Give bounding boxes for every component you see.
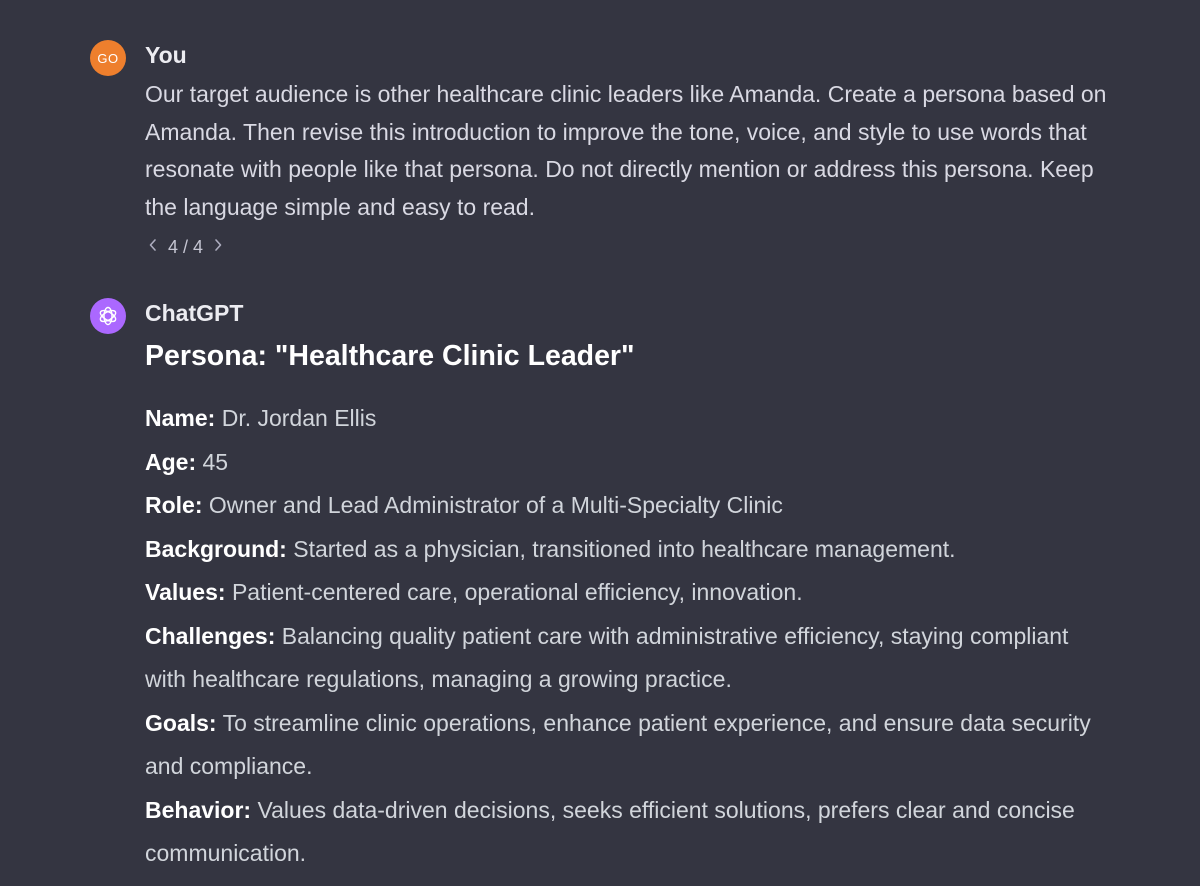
persona-fields: Name: Dr. Jordan Ellis Age: 45 Role: Own…: [145, 397, 1095, 876]
field-label: Challenges:: [145, 622, 276, 649]
persona-field-values: Values: Patient-centered care, operation…: [145, 571, 1095, 615]
user-message-text: Our target audience is other healthcare …: [145, 81, 1107, 220]
field-value: Owner and Lead Administrator of a Multi-…: [208, 492, 783, 518]
user-avatar-initials: GO: [97, 50, 119, 66]
persona-field-role: Role: Owner and Lead Administrator of a …: [145, 484, 1095, 528]
chat-thread: GO You Our target audience is other heal…: [0, 0, 1200, 886]
field-value: 45: [202, 448, 229, 475]
persona-field-age: Age: 45: [145, 441, 1095, 485]
field-label: Background:: [145, 535, 287, 562]
field-value: Patient-centered care, operational effic…: [231, 579, 803, 605]
chevron-left-icon[interactable]: [148, 238, 158, 257]
field-label: Role:: [145, 492, 203, 518]
persona-field-challenges: Challenges: Balancing quality patient ca…: [145, 615, 1095, 702]
field-label: Name:: [145, 405, 216, 431]
field-label: Values:: [145, 579, 226, 605]
assistant-author-name: ChatGPT: [145, 300, 244, 326]
message-version-pager: 4 / 4: [148, 237, 223, 258]
persona-field-goals: Goals: To streamline clinic operations, …: [145, 702, 1095, 789]
field-label: Goals:: [145, 709, 217, 736]
chevron-right-icon[interactable]: [213, 238, 223, 257]
persona-field-behavior: Behavior: Values data-driven decisions, …: [145, 789, 1095, 876]
persona-field-name: Name: Dr. Jordan Ellis: [145, 397, 1095, 441]
field-value: Balancing quality patient care with admi…: [145, 622, 1069, 693]
field-value: Values data-driven decisions, seeks effi…: [145, 796, 1075, 867]
field-label: Age:: [145, 448, 197, 475]
openai-logo-icon: [90, 298, 126, 334]
user-avatar: GO: [90, 40, 126, 76]
pager-label: 4 / 4: [168, 237, 204, 257]
persona-title: Persona: "Healthcare Clinic Leader": [145, 340, 635, 372]
field-label: Behavior:: [145, 796, 252, 823]
user-author-name: You: [145, 42, 187, 68]
field-value: To streamline clinic operations, enhance…: [145, 709, 1091, 780]
field-value: Started as a physician, transitioned int…: [293, 535, 956, 562]
persona-field-background: Background: Started as a physician, tran…: [145, 528, 1095, 572]
field-value: Dr. Jordan Ellis: [221, 405, 377, 431]
